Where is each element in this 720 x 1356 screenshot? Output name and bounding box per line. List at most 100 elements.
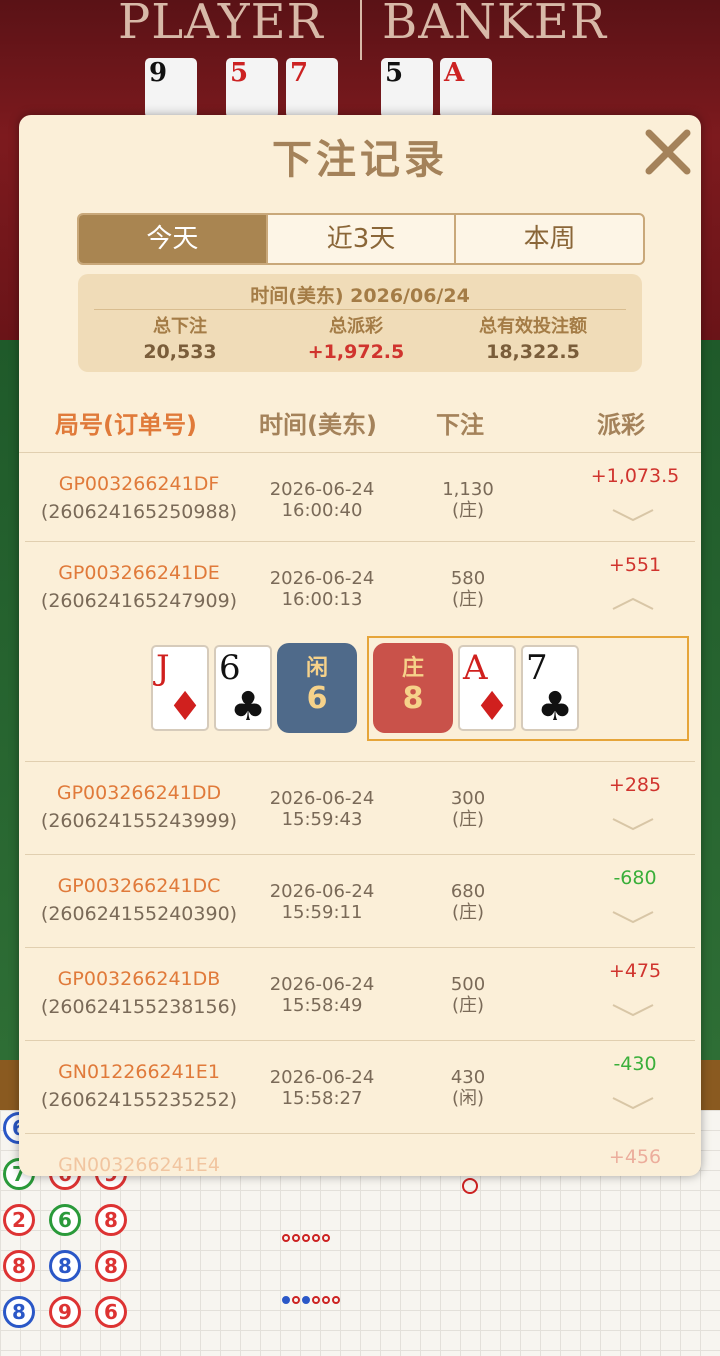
- bet-record-row[interactable]: GN003266241E4 +456: [25, 1135, 695, 1176]
- total-bet-stat: 总下注 20,533: [90, 315, 270, 365]
- chevron-up-icon[interactable]: [611, 595, 655, 613]
- bead-road-marker: 8: [95, 1250, 127, 1282]
- column-header-bet: 下注: [436, 411, 484, 439]
- bet-side: (闲): [451, 1088, 485, 1109]
- bet-side: (庄): [451, 500, 485, 521]
- bead-road-marker: 6: [49, 1204, 81, 1236]
- close-icon: [645, 129, 691, 175]
- close-button[interactable]: [639, 123, 697, 181]
- bet-side: (庄): [451, 902, 485, 923]
- chevron-down-icon[interactable]: [611, 1094, 655, 1112]
- bet-time: 15:58:49: [281, 995, 363, 1016]
- order-cell: GP003266241DE (260624165247909): [25, 561, 253, 613]
- player-card: 6 ♣: [214, 645, 272, 731]
- club-suit-icon: ♣: [230, 684, 266, 730]
- tab-today[interactable]: 今天: [79, 215, 266, 263]
- bead-road-marker: 8: [3, 1296, 35, 1328]
- bet-record-row[interactable]: GP003266241DD (260624155243999) 2026-06-24…: [25, 763, 695, 855]
- card-rank: J: [156, 648, 170, 688]
- bet-record-row[interactable]: GP003266241DC (260624155240390) 2026-06-24…: [25, 856, 695, 948]
- order-number: (260624155243999): [40, 810, 238, 832]
- bet-amount: 300: [450, 788, 486, 809]
- game-id: GP003266241DF: [58, 473, 220, 495]
- order-number: (260624165247909): [40, 590, 238, 612]
- big-road-marker: [322, 1296, 330, 1304]
- tab-last-3-days[interactable]: 近3天: [265, 215, 455, 263]
- big-road-marker: [292, 1296, 300, 1304]
- card-rank: 7: [526, 648, 548, 688]
- table-player-card: 7: [286, 58, 338, 118]
- bet-cell: 680 (庄): [423, 881, 513, 923]
- banker-card: A ♦: [458, 645, 516, 731]
- summary-panel: 时间(美东) 2026/06/24 总下注 20,533 总派彩 +1,972.…: [78, 274, 642, 372]
- column-header-payout: 派彩: [597, 411, 645, 439]
- player-score-box: 闲 6: [277, 643, 357, 733]
- payout-value: -680: [613, 867, 657, 889]
- chevron-down-icon[interactable]: [611, 908, 655, 926]
- bead-road-marker: 8: [3, 1250, 35, 1282]
- order-cell: GP003266241DD (260624155243999): [25, 781, 253, 833]
- tab-this-week[interactable]: 本周: [454, 215, 643, 263]
- row-divider: [25, 761, 695, 762]
- payout-value: +285: [608, 774, 662, 796]
- player-zone-label: PLAYER: [118, 0, 324, 50]
- big-road-marker: [302, 1296, 310, 1304]
- column-header-time: 时间(美东): [259, 411, 377, 439]
- time-cell: 2026-06-24 15:59:43: [255, 788, 389, 830]
- bet-time: 15:59:11: [281, 902, 363, 923]
- payout-value: +1,073.5: [590, 465, 680, 487]
- bet-record-row[interactable]: GP003266241DF (260624165250988) 2026-06-24…: [25, 454, 695, 542]
- date-range-tabs: 今天 近3天 本周: [77, 213, 645, 265]
- bet-time: 16:00:13: [281, 589, 363, 610]
- order-cell: GN003266241E4: [25, 1153, 253, 1176]
- chevron-down-icon[interactable]: [611, 506, 655, 524]
- bet-record-row[interactable]: GP003266241DB (260624155238156) 2026-06-24…: [25, 949, 695, 1041]
- row-divider: [25, 1133, 695, 1134]
- bet-date: 2026-06-24: [269, 788, 375, 809]
- time-cell: 2026-06-24 15:58:27: [255, 1067, 389, 1109]
- time-cell: 2026-06-24 15:58:49: [255, 974, 389, 1016]
- bet-date: 2026-06-24: [269, 568, 375, 589]
- total-valid-value: 18,322.5: [486, 341, 580, 363]
- total-bet-label: 总下注: [153, 316, 207, 337]
- bet-time: 15:59:43: [281, 809, 363, 830]
- summary-divider: [94, 309, 626, 310]
- bead-road-marker: 9: [49, 1296, 81, 1328]
- big-road-marker: [282, 1296, 290, 1304]
- total-valid-label: 总有效投注额: [479, 316, 587, 337]
- bet-cell: 300 (庄): [423, 788, 513, 830]
- game-id: GP003266241DD: [56, 782, 222, 804]
- big-road-marker: [312, 1234, 320, 1242]
- order-number: (260624155235252): [40, 1089, 238, 1111]
- big-road-marker: [462, 1178, 478, 1194]
- row-divider: [25, 947, 695, 948]
- total-payout-stat: 总派彩 +1,972.5: [266, 315, 446, 365]
- bet-date: 2026-06-24: [269, 479, 375, 500]
- game-id: GN012266241E1: [58, 1061, 220, 1083]
- table-banker-card: 5: [381, 58, 433, 118]
- big-road-marker: [302, 1234, 310, 1242]
- payout-value: +475: [608, 960, 662, 982]
- bet-time: 16:00:40: [281, 500, 363, 521]
- bet-record-row[interactable]: GN012266241E1 (260624155235252) 2026-06-24…: [25, 1042, 695, 1134]
- big-road-marker: [282, 1234, 290, 1242]
- big-road-marker: [312, 1296, 320, 1304]
- banker-score-label: 庄: [401, 656, 424, 681]
- payout-value: -430: [613, 1053, 657, 1075]
- big-road-marker: [332, 1296, 340, 1304]
- club-suit-icon: ♣: [537, 684, 573, 730]
- bead-road-marker: 2: [3, 1204, 35, 1236]
- game-id: GP003266241DC: [57, 875, 221, 897]
- order-cell: GP003266241DB (260624155238156): [25, 967, 253, 1019]
- game-id: GP003266241DE: [58, 562, 220, 584]
- banker-score: 8: [402, 681, 424, 716]
- diamond-suit-icon: ♦: [474, 684, 510, 730]
- player-score-label: 闲: [305, 656, 328, 681]
- chevron-down-icon[interactable]: [611, 815, 655, 833]
- bet-side: (庄): [451, 995, 485, 1016]
- bet-cell: 1,130 (庄): [423, 479, 513, 521]
- chevron-down-icon[interactable]: [611, 1001, 655, 1019]
- bet-date: 2026-06-24: [269, 1067, 375, 1088]
- bet-time: 15:58:27: [281, 1088, 363, 1109]
- bet-history-modal: 下注记录 今天 近3天 本周 时间(美东) 2026/06/24 总下注 20,…: [19, 115, 701, 1176]
